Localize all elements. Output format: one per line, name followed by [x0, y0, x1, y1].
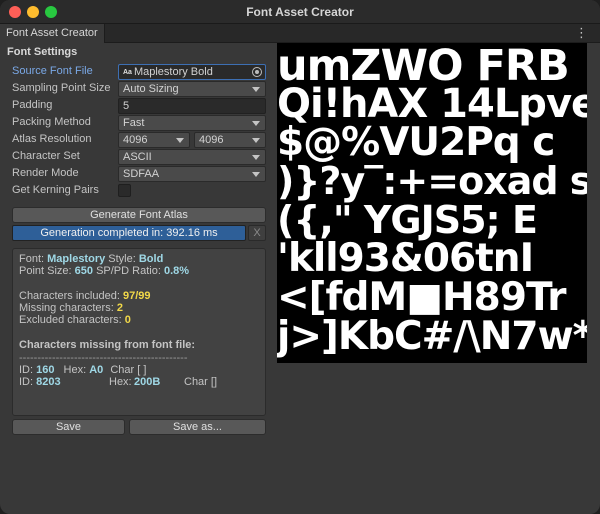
render-mode-value: SDFAA [123, 168, 160, 180]
sampling-dropdown[interactable]: Auto Sizing [118, 81, 266, 97]
packing-row: Packing Method Fast [0, 115, 272, 131]
char-value: Char [] [184, 376, 218, 388]
render-mode-row: Render Mode SDFAA [0, 166, 272, 182]
missing-value: 2 [116, 302, 123, 314]
style-value: Bold [138, 253, 164, 265]
title-bar: Font Asset Creator [0, 0, 600, 24]
charset-value: ASCII [123, 151, 152, 163]
atlas-glyph-row: j>]KbC#/\N7w* [277, 314, 587, 359]
ratio-value: 0.8% [163, 265, 190, 277]
id-value: 8203 [36, 376, 61, 388]
source-font-label: Source Font File [12, 65, 93, 77]
hex-label: Hex: [109, 376, 132, 388]
cancel-button[interactable]: X [248, 225, 266, 241]
excluded-label: Excluded characters: [19, 314, 122, 326]
chevron-down-icon [176, 138, 184, 143]
font-info-line: Font: Maplestory Style: Bold [19, 253, 163, 265]
packing-dropdown[interactable]: Fast [118, 115, 266, 131]
source-font-field[interactable]: Aa Maplestory Bold [118, 64, 266, 80]
missing-label: Missing characters: [19, 302, 114, 314]
missing-header: Characters missing from font file: [19, 339, 196, 351]
tab-font-asset-creator[interactable]: Font Asset Creator [0, 24, 105, 43]
atlas-width-dropdown[interactable]: 4096 [118, 132, 190, 148]
padding-input[interactable]: 5 [118, 98, 266, 114]
packing-value: Fast [123, 117, 145, 129]
more-options-icon[interactable]: ⋮ [575, 25, 588, 41]
font-asset-icon: Aa [123, 69, 132, 76]
sampling-value: Auto Sizing [123, 83, 179, 95]
included-label: Characters included: [19, 290, 120, 302]
packing-label: Packing Method [12, 116, 91, 128]
source-font-row: Source Font File Aa Maplestory Bold [0, 64, 272, 80]
charset-dropdown[interactable]: ASCII [118, 149, 266, 165]
excluded-value: 0 [124, 314, 131, 326]
chevron-down-icon [252, 172, 260, 177]
padding-row: Padding 5 [0, 98, 272, 114]
characters-included-line: Characters included: 97/99 [19, 290, 150, 302]
atlas-resolution-row: Atlas Resolution 4096 4096 [0, 132, 272, 148]
missing-row: ID: 8203 Hex: 200B Char [] [19, 376, 217, 388]
missing-characters-line: Missing characters: 2 [19, 302, 123, 314]
chevron-down-icon [252, 138, 260, 143]
missing-row: ID: 160 Hex: A0 Char [ ] [19, 364, 146, 376]
font-atlas-preview: umZWO FRB Qi!hAX 14Lpve $@%VU2Pq c )}?y‾… [277, 43, 587, 363]
atlas-glyph-row: )}?y‾:+=oxad s [277, 159, 587, 203]
sampling-row: Sampling Point Size Auto Sizing [0, 81, 272, 97]
save-as-button[interactable]: Save as... [129, 419, 266, 435]
render-mode-dropdown[interactable]: SDFAA [118, 166, 266, 182]
char-value: Char [ ] [110, 364, 147, 376]
chevron-down-icon [252, 87, 260, 92]
kerning-checkbox[interactable] [118, 184, 131, 197]
chevron-down-icon [252, 121, 260, 126]
id-label: ID: [19, 376, 34, 388]
separator: ----------------------------------------… [19, 352, 188, 364]
object-picker-icon[interactable] [252, 67, 262, 77]
font-asset-creator-window: Font Asset Creator Font Asset Creator ⋮ … [0, 0, 600, 514]
style-label: Style: [108, 253, 136, 265]
hex-value: A0 [89, 364, 104, 376]
generation-progress-bar: Generation completed in: 392.16 ms [12, 225, 246, 241]
generate-atlas-button[interactable]: Generate Font Atlas [12, 207, 266, 223]
save-button[interactable]: Save [12, 419, 125, 435]
padding-label: Padding [12, 99, 53, 111]
point-size-line: Point Size: 650 SP/PD Ratio: 0.8% [19, 265, 189, 277]
excluded-characters-line: Excluded characters: 0 [19, 314, 131, 326]
font-value: Maplestory [47, 253, 106, 265]
kerning-row: Get Kerning Pairs [0, 183, 272, 199]
point-size-value: 650 [74, 265, 94, 277]
window-title: Font Asset Creator [246, 5, 354, 19]
sampling-label: Sampling Point Size [12, 82, 111, 94]
point-size-label: Point Size: [19, 265, 72, 277]
charset-row: Character Set ASCII [0, 149, 272, 165]
atlas-resolution-label: Atlas Resolution [12, 133, 92, 145]
charset-label: Character Set [12, 150, 80, 162]
atlas-height-value: 4096 [199, 134, 224, 146]
progress-text: Generation completed in: 392.16 ms [40, 227, 218, 239]
hex-label: Hex: [63, 364, 87, 376]
atlas-width-value: 4096 [123, 134, 148, 146]
section-title: Font Settings [7, 46, 78, 58]
generation-info-panel: Font: Maplestory Style: Bold Point Size:… [12, 248, 266, 416]
source-font-value: Maplestory Bold [133, 66, 213, 78]
tab-bar: Font Asset Creator ⋮ [0, 24, 600, 43]
ratio-label: SP/PD Ratio: [96, 265, 161, 277]
kerning-label: Get Kerning Pairs [12, 184, 99, 196]
font-label: Font: [19, 253, 45, 265]
id-label: ID: [19, 364, 34, 376]
hex-value: 200B [134, 376, 161, 388]
included-value: 97/99 [122, 290, 151, 302]
atlas-height-dropdown[interactable]: 4096 [194, 132, 266, 148]
chevron-down-icon [252, 155, 260, 160]
id-value: 160 [36, 364, 55, 376]
render-mode-label: Render Mode [12, 167, 79, 179]
